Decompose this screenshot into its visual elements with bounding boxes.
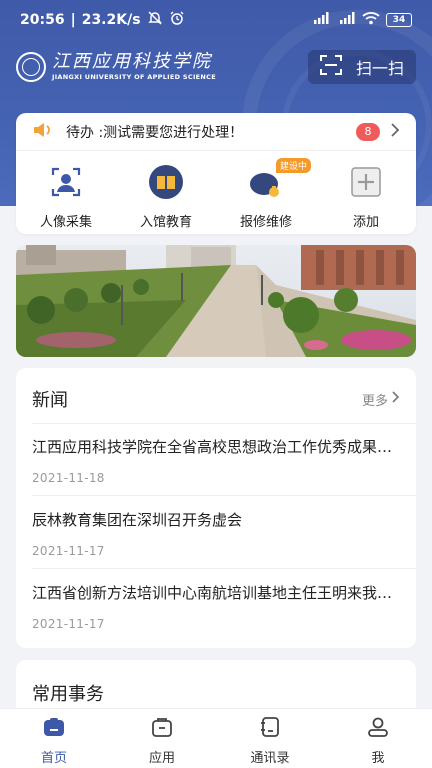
scan-button[interactable]: 扫一扫 bbox=[308, 50, 416, 84]
news-item-date: 2021-11-17 bbox=[32, 544, 105, 558]
tab-label: 首页 bbox=[40, 751, 67, 766]
chevron-right-icon bbox=[390, 122, 400, 141]
school-logo: 江西应用科技学院 JIANGXI UNIVERSITY OF APPLIED S… bbox=[16, 50, 216, 84]
home-icon bbox=[42, 716, 66, 742]
scan-label: 扫一扫 bbox=[355, 59, 404, 78]
tab-apps[interactable]: 应用 bbox=[108, 709, 216, 768]
tab-profile[interactable]: 我 bbox=[324, 709, 432, 768]
tab-label: 我 bbox=[371, 751, 385, 766]
news-item-date: 2021-11-18 bbox=[32, 471, 105, 485]
quick-action-label: 人像采集 bbox=[39, 215, 92, 230]
common-affairs-title: 常用事务 bbox=[32, 684, 104, 705]
todo-notice[interactable]: 待办 :测试需要您进行处理！ 8 bbox=[16, 113, 416, 150]
divider bbox=[32, 568, 416, 569]
contacts-icon bbox=[258, 716, 282, 742]
divider bbox=[32, 423, 416, 424]
status-bar: 20:56 | 23.2K/s 34 bbox=[0, 0, 432, 40]
face-capture-icon bbox=[48, 164, 84, 200]
quick-action-face-capture[interactable]: 人像采集 bbox=[16, 158, 116, 230]
status-time: 20:56 bbox=[20, 12, 65, 28]
bottom-tab-bar: 首页 应用 通讯录 我 bbox=[0, 708, 432, 768]
quick-action-label: 入馆教育 bbox=[139, 215, 192, 230]
news-item[interactable]: 江西省创新方法培训中心南航培训基地主任王明来我校调研 2021-11-17 bbox=[32, 582, 400, 644]
news-title: 新闻 bbox=[32, 390, 68, 411]
notification-muted-icon bbox=[147, 10, 163, 30]
repair-icon: 建设中 bbox=[248, 158, 312, 200]
status-net-speed: 23.2K/s bbox=[81, 12, 141, 28]
library-book-icon bbox=[148, 164, 184, 200]
news-item-title: 辰林教育集团在深圳召开务虚会 bbox=[32, 511, 243, 529]
add-icon bbox=[348, 164, 384, 200]
quick-action-repair[interactable]: 建设中 报修维修 bbox=[216, 158, 316, 230]
alarm-icon bbox=[169, 10, 185, 30]
campus-banner-image[interactable] bbox=[16, 245, 416, 357]
quick-action-add[interactable]: 添加 bbox=[316, 158, 416, 230]
quick-access-card: 待办 :测试需要您进行处理！ 8 人像采集 入馆教育 建设中 报修维修 添加 bbox=[16, 113, 416, 234]
news-card: 新闻 更多 江西应用科技学院在全省高校思想政治工作优秀成果评选中获奖 2021-… bbox=[16, 368, 416, 648]
tab-contacts[interactable]: 通讯录 bbox=[216, 709, 324, 768]
scan-icon bbox=[319, 55, 342, 79]
news-item[interactable]: 江西应用科技学院在全省高校思想政治工作优秀成果评选中获奖 2021-11-18 bbox=[32, 436, 400, 498]
app-home-screen: 20:56 | 23.2K/s 34 江西应用科技学院 JIANGXI UNIV… bbox=[0, 0, 432, 768]
todo-count-badge: 8 bbox=[356, 122, 380, 141]
apps-icon bbox=[150, 716, 174, 742]
chevron-right-icon bbox=[392, 391, 400, 407]
tab-label: 通讯录 bbox=[250, 751, 290, 766]
news-item-title: 江西应用科技学院在全省高校思想政治工作优秀成果评选中获奖 bbox=[32, 438, 400, 456]
news-header: 新闻 更多 bbox=[32, 386, 400, 412]
under-construction-tag: 建设中 bbox=[276, 158, 312, 173]
battery-indicator: 34 bbox=[386, 13, 412, 27]
school-name-en: JIANGXI UNIVERSITY OF APPLIED SCIENCE bbox=[52, 73, 216, 82]
profile-icon bbox=[366, 716, 390, 742]
todo-text: 待办 :测试需要您进行处理！ bbox=[66, 124, 244, 141]
news-item-date: 2021-11-17 bbox=[32, 617, 105, 631]
signal-hd-2-icon bbox=[336, 11, 356, 29]
tab-label: 应用 bbox=[148, 751, 175, 766]
wifi-icon bbox=[362, 11, 380, 29]
news-more-link[interactable]: 更多 bbox=[362, 390, 400, 409]
signal-hd-icon bbox=[310, 11, 330, 29]
speaker-icon bbox=[32, 121, 52, 143]
divider bbox=[32, 495, 416, 496]
school-name-cn: 江西应用科技学院 bbox=[52, 51, 212, 73]
quick-actions: 人像采集 入馆教育 建设中 报修维修 添加 bbox=[16, 158, 416, 230]
divider bbox=[16, 150, 416, 151]
school-emblem-icon bbox=[16, 52, 46, 82]
quick-action-label: 报修维修 bbox=[239, 215, 292, 230]
news-item-title: 江西省创新方法培训中心南航培训基地主任王明来我校调研 bbox=[32, 584, 400, 602]
news-item[interactable]: 辰林教育集团在深圳召开务虚会 2021-11-17 bbox=[32, 509, 400, 571]
tab-home[interactable]: 首页 bbox=[0, 709, 108, 768]
quick-action-library-education[interactable]: 入馆教育 bbox=[116, 158, 216, 230]
quick-action-label: 添加 bbox=[352, 215, 379, 230]
